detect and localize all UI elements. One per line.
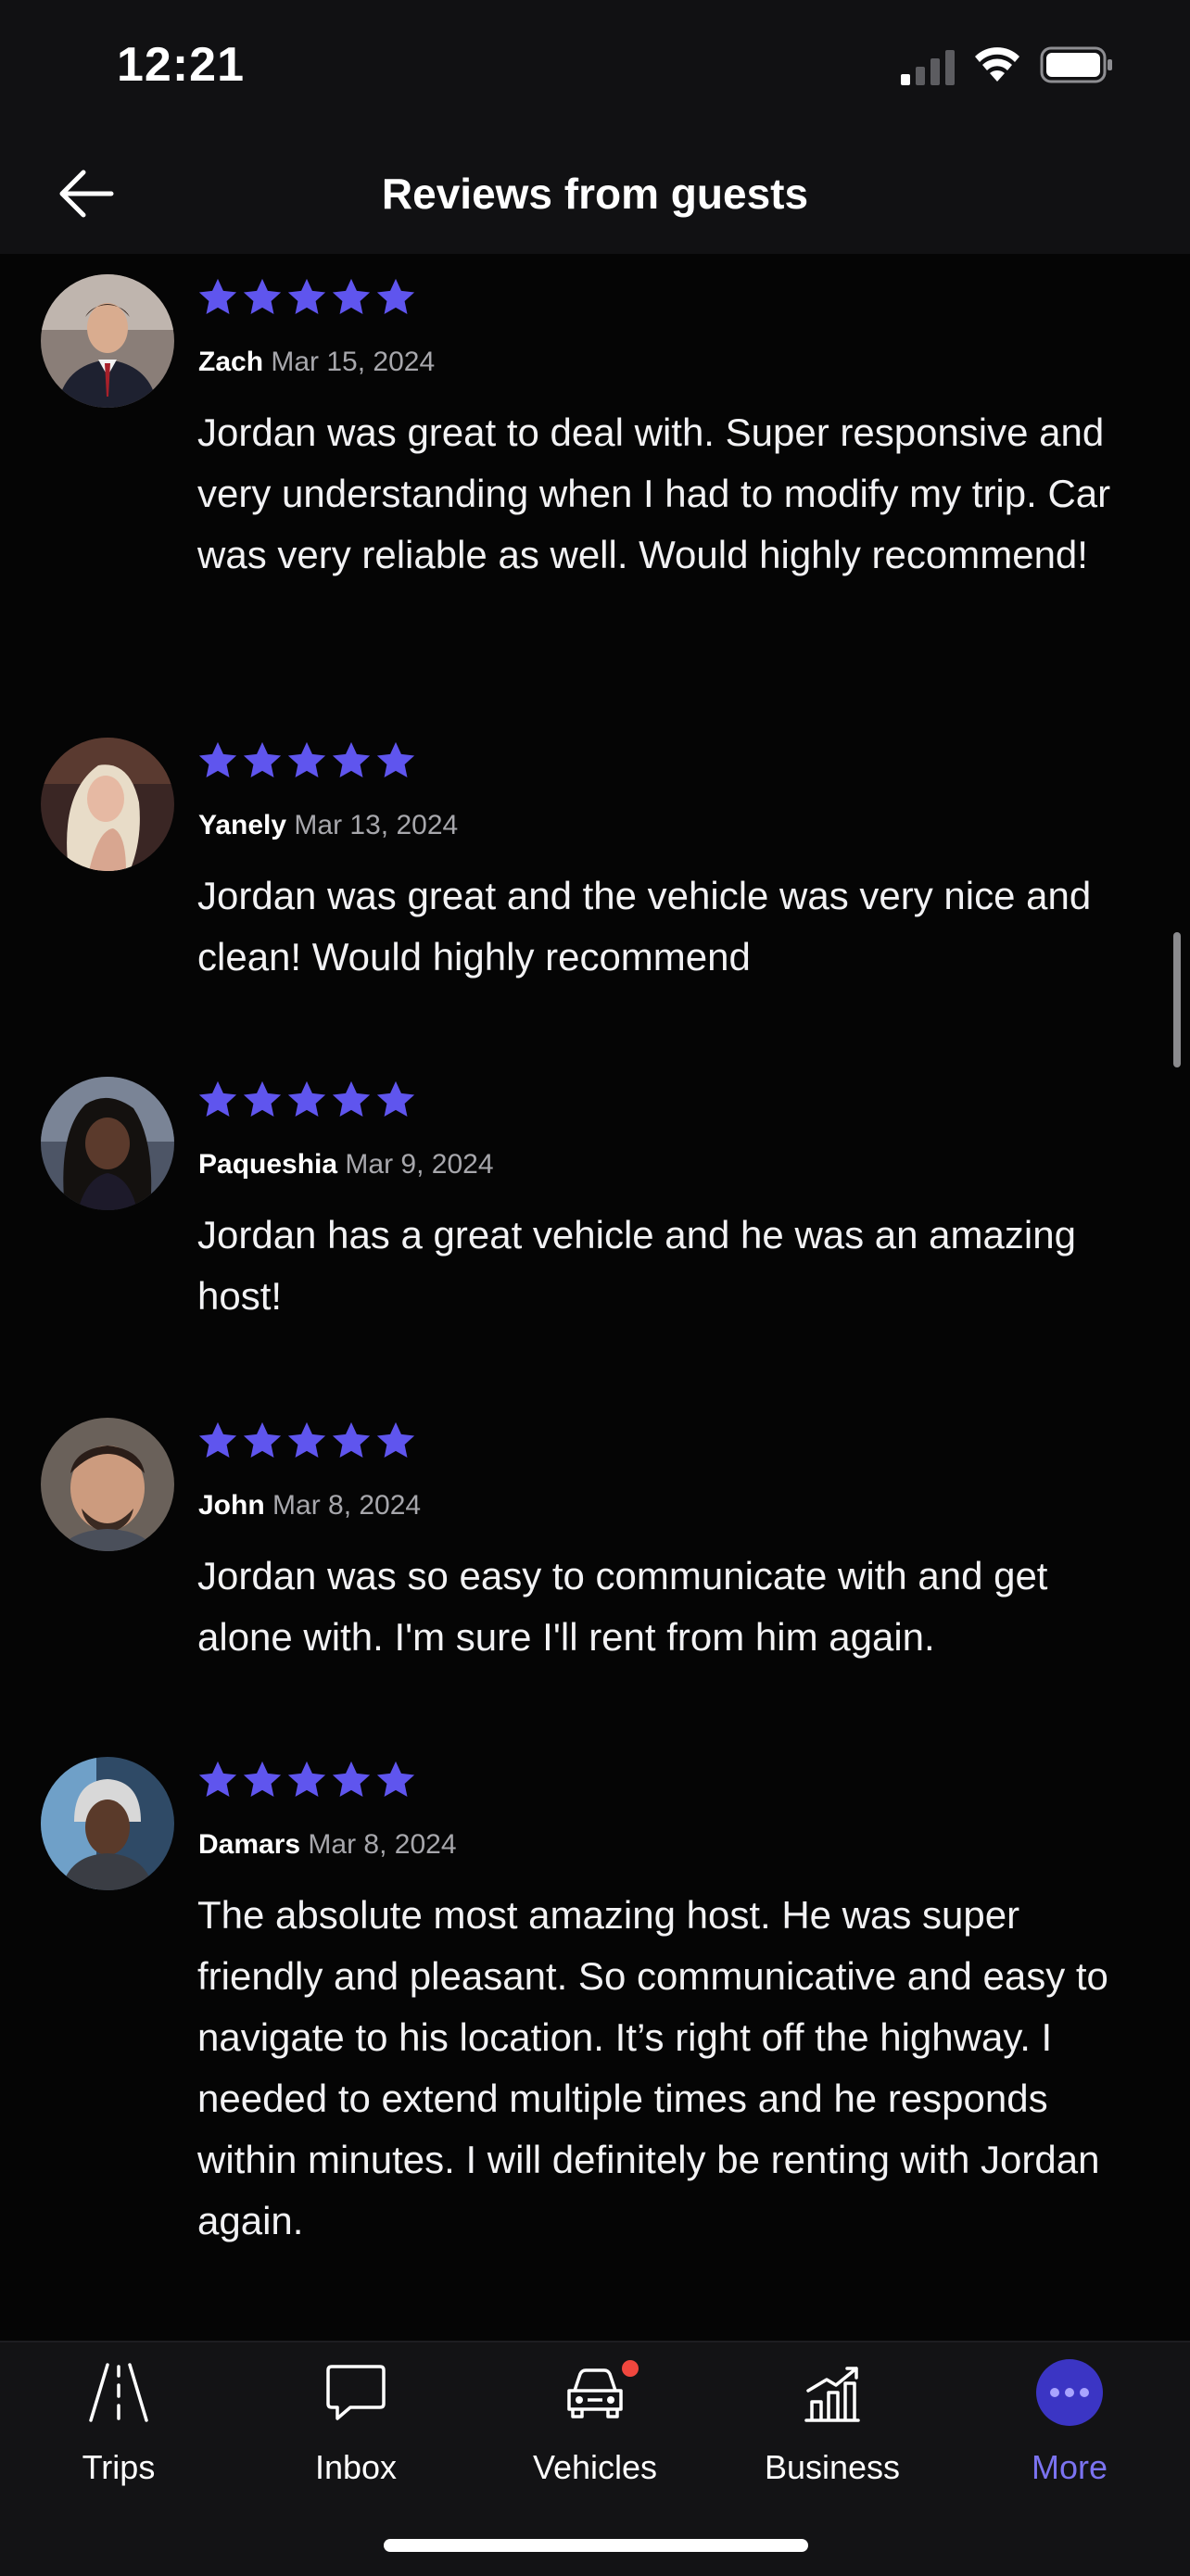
review-text: Jordan was so easy to communicate with a… bbox=[197, 1554, 1048, 1659]
star-icon bbox=[376, 1421, 415, 1458]
scrollbar[interactable] bbox=[1173, 932, 1181, 1067]
tab-trips[interactable]: Trips bbox=[17, 2359, 221, 2486]
star-icon bbox=[243, 741, 282, 778]
star-rating bbox=[196, 739, 419, 782]
star-rating bbox=[196, 1420, 419, 1462]
tab-label: Business bbox=[764, 2448, 901, 2486]
more-dots-icon bbox=[1036, 2359, 1103, 2426]
star-icon bbox=[243, 1080, 282, 1118]
star-icon bbox=[287, 741, 326, 778]
review-text: Jordan was great and the vehicle was ver… bbox=[197, 874, 1092, 979]
star-icon bbox=[287, 1761, 326, 1798]
reviewer-name: John bbox=[198, 1490, 265, 1521]
star-icon bbox=[243, 278, 282, 315]
review-date: Mar 13, 2024 bbox=[294, 810, 459, 840]
star-icon bbox=[332, 1080, 371, 1118]
bar-chart-icon bbox=[804, 2367, 860, 2422]
star-icon bbox=[198, 1421, 237, 1458]
home-indicator[interactable] bbox=[384, 2539, 808, 2552]
avatar[interactable] bbox=[41, 274, 174, 408]
cellular-signal-icon bbox=[901, 50, 955, 85]
avatar[interactable] bbox=[41, 1077, 174, 1210]
star-icon bbox=[376, 278, 415, 315]
star-icon bbox=[287, 278, 326, 315]
star-rating bbox=[196, 276, 419, 319]
star-icon bbox=[287, 1421, 326, 1458]
tab-inbox[interactable]: Inbox bbox=[254, 2359, 458, 2486]
tab-label: More bbox=[1031, 2448, 1108, 2486]
tab-business[interactable]: Business bbox=[730, 2359, 934, 2486]
tab-label: Inbox bbox=[314, 2448, 398, 2486]
star-icon bbox=[198, 741, 237, 778]
star-icon bbox=[376, 741, 415, 778]
review-date: Mar 8, 2024 bbox=[308, 1829, 457, 1860]
review-date: Mar 15, 2024 bbox=[271, 347, 436, 377]
tab-label: Vehicles bbox=[532, 2448, 658, 2486]
review-meta: Paqueshia Mar 9, 2024 bbox=[198, 1149, 494, 1181]
avatar[interactable] bbox=[41, 1757, 174, 1890]
star-icon bbox=[243, 1421, 282, 1458]
star-icon bbox=[198, 1080, 237, 1118]
reviewer-name: Paqueshia bbox=[198, 1149, 338, 1180]
star-icon bbox=[198, 278, 237, 315]
review-text: Jordan was great to deal with. Super res… bbox=[197, 410, 1111, 576]
review-date: Mar 8, 2024 bbox=[272, 1490, 422, 1521]
review-meta: John Mar 8, 2024 bbox=[198, 1490, 421, 1522]
reviewer-name: Zach bbox=[198, 347, 264, 377]
status-time: 12:21 bbox=[117, 38, 245, 92]
star-icon bbox=[332, 1421, 371, 1458]
reviewer-name: Yanely bbox=[198, 810, 287, 840]
chat-bubble-icon bbox=[326, 2365, 386, 2420]
avatar[interactable] bbox=[41, 1418, 174, 1551]
car-icon bbox=[567, 2368, 623, 2418]
notification-dot bbox=[622, 2360, 639, 2377]
review-meta: Yanely Mar 13, 2024 bbox=[198, 810, 458, 841]
battery-icon bbox=[1040, 46, 1112, 83]
wifi-icon bbox=[975, 47, 1019, 82]
review-text: Jordan has a great vehicle and he was an… bbox=[197, 1213, 1076, 1318]
tab-label: Trips bbox=[82, 2448, 156, 2486]
tab-vehicles[interactable]: Vehicles bbox=[493, 2359, 697, 2486]
review-meta: Damars Mar 8, 2024 bbox=[198, 1829, 457, 1861]
page-title: Reviews from guests bbox=[381, 170, 809, 218]
road-icon bbox=[89, 2363, 148, 2422]
star-icon bbox=[332, 278, 371, 315]
review-text: The absolute most amazing host. He was s… bbox=[197, 1893, 1108, 2242]
reviewer-name: Damars bbox=[198, 1829, 301, 1860]
star-icon bbox=[332, 1761, 371, 1798]
star-icon bbox=[198, 1761, 237, 1798]
review-date: Mar 9, 2024 bbox=[345, 1149, 494, 1180]
avatar[interactable] bbox=[41, 738, 174, 871]
star-icon bbox=[376, 1761, 415, 1798]
tab-more[interactable]: More bbox=[968, 2359, 1171, 2486]
star-rating bbox=[196, 1759, 419, 1801]
star-icon bbox=[332, 741, 371, 778]
review-meta: Zach Mar 15, 2024 bbox=[198, 347, 435, 378]
star-icon bbox=[243, 1761, 282, 1798]
star-rating bbox=[196, 1079, 419, 1121]
star-icon bbox=[287, 1080, 326, 1118]
star-icon bbox=[376, 1080, 415, 1118]
